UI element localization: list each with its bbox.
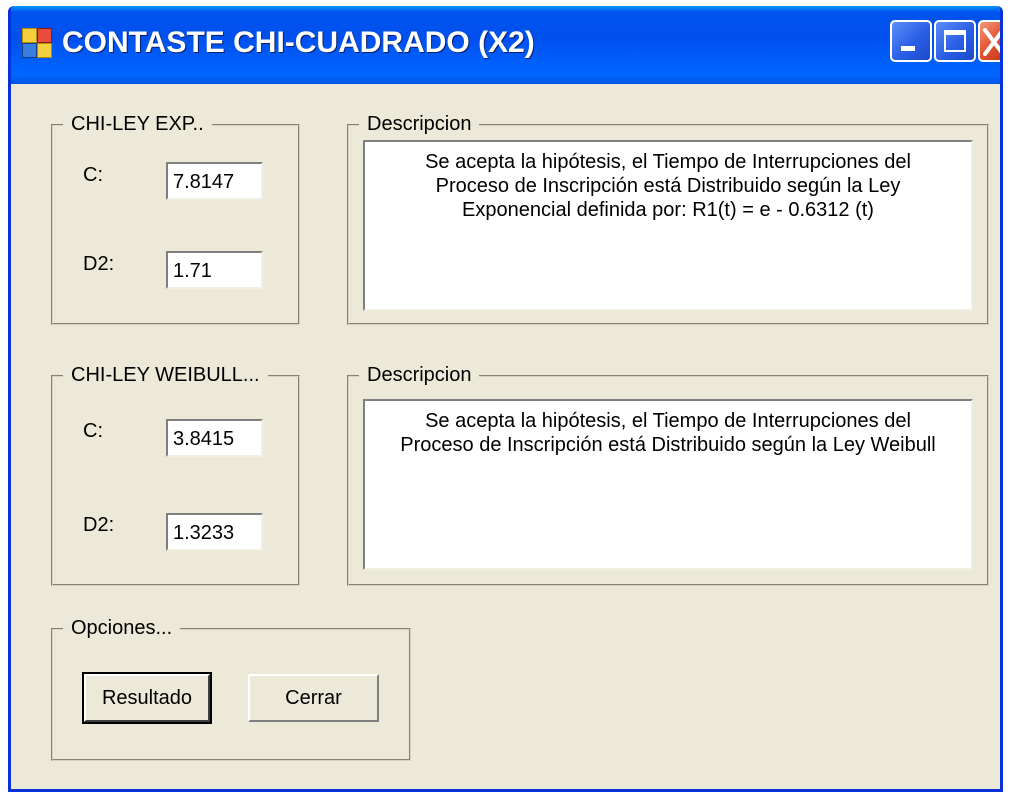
minimize-icon [901, 46, 915, 51]
weibull-c-label: C: [83, 420, 103, 442]
window-title: CONTASTE CHI-CUADRADO (X2) [62, 26, 535, 59]
weibull-c-field[interactable]: 3.8415 [166, 419, 263, 457]
app-icon [22, 28, 52, 58]
weibull-d2-label: D2: [83, 514, 115, 536]
options-group-legend: Opciones... [71, 617, 173, 639]
close-form-button[interactable]: Cerrar [248, 674, 379, 722]
title-bar[interactable]: CONTASTE CHI-CUADRADO (X2) [11, 6, 1000, 84]
weibull-group: CHI-LEY WEIBULL... [51, 364, 300, 586]
exp-c-field[interactable]: 7.8147 [166, 162, 263, 200]
weibull-description-legend: Descripcion [367, 364, 472, 386]
exp-c-label: C: [83, 164, 103, 186]
exp-description-legend: Descripcion [367, 113, 472, 135]
close-button[interactable] [978, 20, 1000, 62]
minimize-button[interactable] [890, 20, 932, 62]
maximize-icon [944, 30, 966, 52]
main-window: CONTASTE CHI-CUADRADO (X2) CHI-LEY EXP..… [8, 6, 1003, 792]
result-button[interactable]: Resultado [82, 672, 212, 724]
weibull-description-text[interactable]: Se acepta la hipótesis, el Tiempo de Int… [363, 399, 973, 570]
close-icon [983, 28, 1000, 56]
exp-d2-field[interactable]: 1.71 [166, 251, 263, 289]
exp-d2-label: D2: [83, 253, 115, 275]
exp-group: CHI-LEY EXP.. [51, 113, 300, 325]
weibull-group-legend: CHI-LEY WEIBULL... [71, 364, 260, 386]
exp-group-legend: CHI-LEY EXP.. [71, 113, 204, 135]
weibull-d2-field[interactable]: 1.3233 [166, 513, 263, 551]
exp-description-text[interactable]: Se acepta la hipótesis, el Tiempo de Int… [363, 140, 973, 311]
maximize-button[interactable] [934, 20, 976, 62]
